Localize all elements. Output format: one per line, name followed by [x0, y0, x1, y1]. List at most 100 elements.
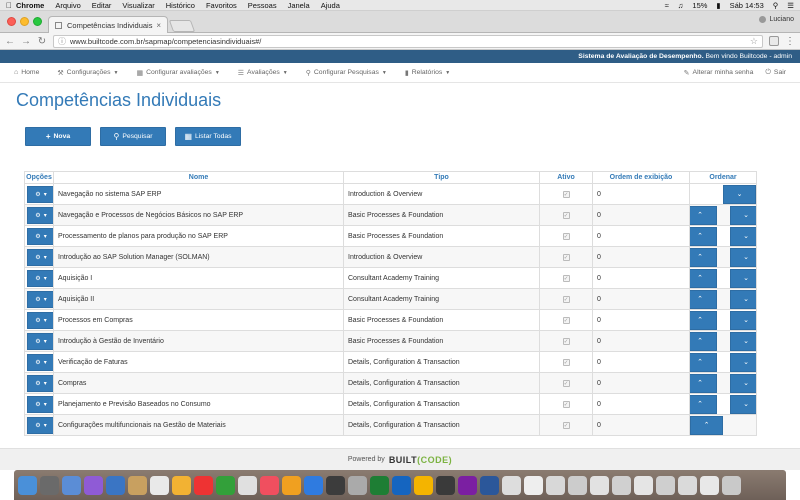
col-ativo[interactable]: Ativo: [539, 171, 593, 184]
options-dropdown-button[interactable]: ⚙ ▾: [27, 353, 53, 371]
move-down-button[interactable]: ⌄: [723, 184, 756, 204]
menu-favoritos[interactable]: Favoritos: [206, 1, 237, 10]
ativo-checkbox[interactable]: ✓: [562, 274, 570, 282]
dock-app-icon[interactable]: [40, 475, 59, 495]
nav-configuracoes[interactable]: ⚒ Configurações ▼: [57, 69, 118, 77]
nav-configurar-avaliacoes[interactable]: ▦ Configurar avaliações ▼: [136, 69, 219, 77]
extension-icon[interactable]: [769, 36, 779, 46]
forward-icon[interactable]: →: [21, 36, 31, 47]
ativo-checkbox[interactable]: ✓: [562, 337, 570, 345]
ativo-checkbox[interactable]: ✓: [562, 190, 570, 198]
zoom-window-button[interactable]: [33, 17, 42, 26]
dock-app-icon[interactable]: [304, 475, 323, 495]
dock-app-icon[interactable]: [678, 475, 697, 495]
nova-button[interactable]: + Nova: [25, 127, 91, 146]
menu-editar[interactable]: Editar: [92, 1, 112, 10]
options-dropdown-button[interactable]: ⚙ ▾: [27, 395, 53, 413]
options-dropdown-button[interactable]: ⚙ ▾: [27, 248, 53, 266]
move-up-button[interactable]: ⌃: [690, 373, 717, 393]
col-ordem[interactable]: Ordem de exibição: [592, 171, 690, 184]
nav-relatorios[interactable]: ▮ Relatórios ▼: [405, 69, 450, 77]
move-up-button[interactable]: ⌃: [690, 268, 717, 288]
profile-button[interactable]: Luciano: [759, 16, 794, 23]
reload-icon[interactable]: ↻: [37, 36, 47, 47]
pesquisar-button[interactable]: ⚲ Pesquisar: [100, 127, 166, 146]
menu-visualizar[interactable]: Visualizar: [122, 1, 154, 10]
dock-app-icon[interactable]: [612, 475, 631, 495]
move-down-button[interactable]: ⌄: [729, 394, 756, 414]
options-dropdown-button[interactable]: ⚙ ▾: [27, 290, 53, 308]
dock-app-icon[interactable]: [436, 475, 455, 495]
move-up-button[interactable]: ⌃: [690, 289, 717, 309]
nav-alterar-senha[interactable]: ✎ Alterar minha senha: [684, 69, 754, 77]
dock-app-icon[interactable]: [370, 475, 389, 495]
url-text[interactable]: www.builtcode.com.br/sapmap/competencias…: [70, 37, 750, 46]
move-up-button[interactable]: ⌃: [690, 394, 717, 414]
ativo-checkbox[interactable]: ✓: [562, 253, 570, 261]
move-down-button[interactable]: ⌄: [729, 226, 756, 246]
move-down-button[interactable]: ⌄: [729, 205, 756, 225]
move-down-button[interactable]: ⌄: [729, 247, 756, 267]
move-down-button[interactable]: ⌄: [729, 268, 756, 288]
ativo-checkbox[interactable]: ✓: [562, 211, 570, 219]
options-dropdown-button[interactable]: ⚙ ▾: [27, 416, 53, 434]
move-down-button[interactable]: ⌄: [729, 352, 756, 372]
battery-percent[interactable]: 15%: [692, 1, 707, 10]
options-dropdown-button[interactable]: ⚙ ▾: [27, 311, 53, 329]
move-up-button[interactable]: ⌃: [690, 310, 717, 330]
move-up-button[interactable]: ⌃: [690, 352, 717, 372]
nav-configurar-pesquisas[interactable]: ⚲ Configurar Pesquisas ▼: [306, 69, 387, 77]
notification-center-icon[interactable]: ☰: [787, 1, 794, 10]
move-up-button[interactable]: ⌃: [690, 226, 717, 246]
battery-icon[interactable]: ▮: [716, 1, 720, 10]
dock-app-icon[interactable]: [194, 475, 213, 495]
dock-app-icon[interactable]: [656, 475, 675, 495]
ativo-checkbox[interactable]: ✓: [562, 316, 570, 324]
dock-app-icon[interactable]: [722, 475, 741, 495]
dock-app-icon[interactable]: [590, 475, 609, 495]
dock-app-icon[interactable]: [568, 475, 587, 495]
dock-app-icon[interactable]: [458, 475, 477, 495]
dock-app-icon[interactable]: [84, 475, 103, 495]
listar-todas-button[interactable]: ▦ Listar Todas: [175, 127, 241, 146]
apple-icon[interactable]: : [6, 1, 16, 10]
dock-app-icon[interactable]: [62, 475, 81, 495]
page-info-icon[interactable]: ⓘ: [58, 36, 66, 47]
dock-app-icon[interactable]: [326, 475, 345, 495]
dock-app-icon[interactable]: [392, 475, 411, 495]
volume-icon[interactable]: ♫: [678, 1, 684, 10]
menu-app-chrome[interactable]: Chrome: [16, 1, 44, 10]
move-up-button[interactable]: ⌃: [690, 331, 717, 351]
ativo-checkbox[interactable]: ✓: [562, 232, 570, 240]
search-icon[interactable]: ⚲: [773, 1, 779, 10]
options-dropdown-button[interactable]: ⚙ ▾: [27, 206, 53, 224]
menu-ajuda[interactable]: Ajuda: [321, 1, 340, 10]
move-up-button[interactable]: ⌃: [690, 247, 717, 267]
dock-app-icon[interactable]: [172, 475, 191, 495]
move-down-button[interactable]: ⌄: [729, 289, 756, 309]
col-tipo[interactable]: Tipo: [343, 171, 540, 184]
options-dropdown-button[interactable]: ⚙ ▾: [27, 227, 53, 245]
options-dropdown-button[interactable]: ⚙ ▾: [27, 185, 53, 203]
dock-app-icon[interactable]: [634, 475, 653, 495]
ativo-checkbox[interactable]: ✓: [562, 421, 570, 429]
close-tab-icon[interactable]: ×: [156, 21, 161, 30]
ativo-checkbox[interactable]: ✓: [562, 400, 570, 408]
dock-app-icon[interactable]: [546, 475, 565, 495]
col-nome[interactable]: Nome: [53, 171, 344, 184]
menu-historico[interactable]: Histórico: [166, 1, 195, 10]
options-dropdown-button[interactable]: ⚙ ▾: [27, 374, 53, 392]
dock-app-icon[interactable]: [238, 475, 257, 495]
back-icon[interactable]: ←: [5, 36, 15, 47]
dock-app-icon[interactable]: [150, 475, 169, 495]
address-bar[interactable]: ⓘ www.builtcode.com.br/sapmap/competenci…: [53, 34, 763, 48]
dock-app-icon[interactable]: [18, 475, 37, 495]
menu-kebab-icon[interactable]: ⋮: [785, 36, 795, 47]
minimize-window-button[interactable]: [20, 17, 29, 26]
close-window-button[interactable]: [7, 17, 16, 26]
dock-app-icon[interactable]: [480, 475, 499, 495]
ativo-checkbox[interactable]: ✓: [562, 379, 570, 387]
options-dropdown-button[interactable]: ⚙ ▾: [27, 269, 53, 287]
dock-app-icon[interactable]: [414, 475, 433, 495]
dock-app-icon[interactable]: [700, 475, 719, 495]
